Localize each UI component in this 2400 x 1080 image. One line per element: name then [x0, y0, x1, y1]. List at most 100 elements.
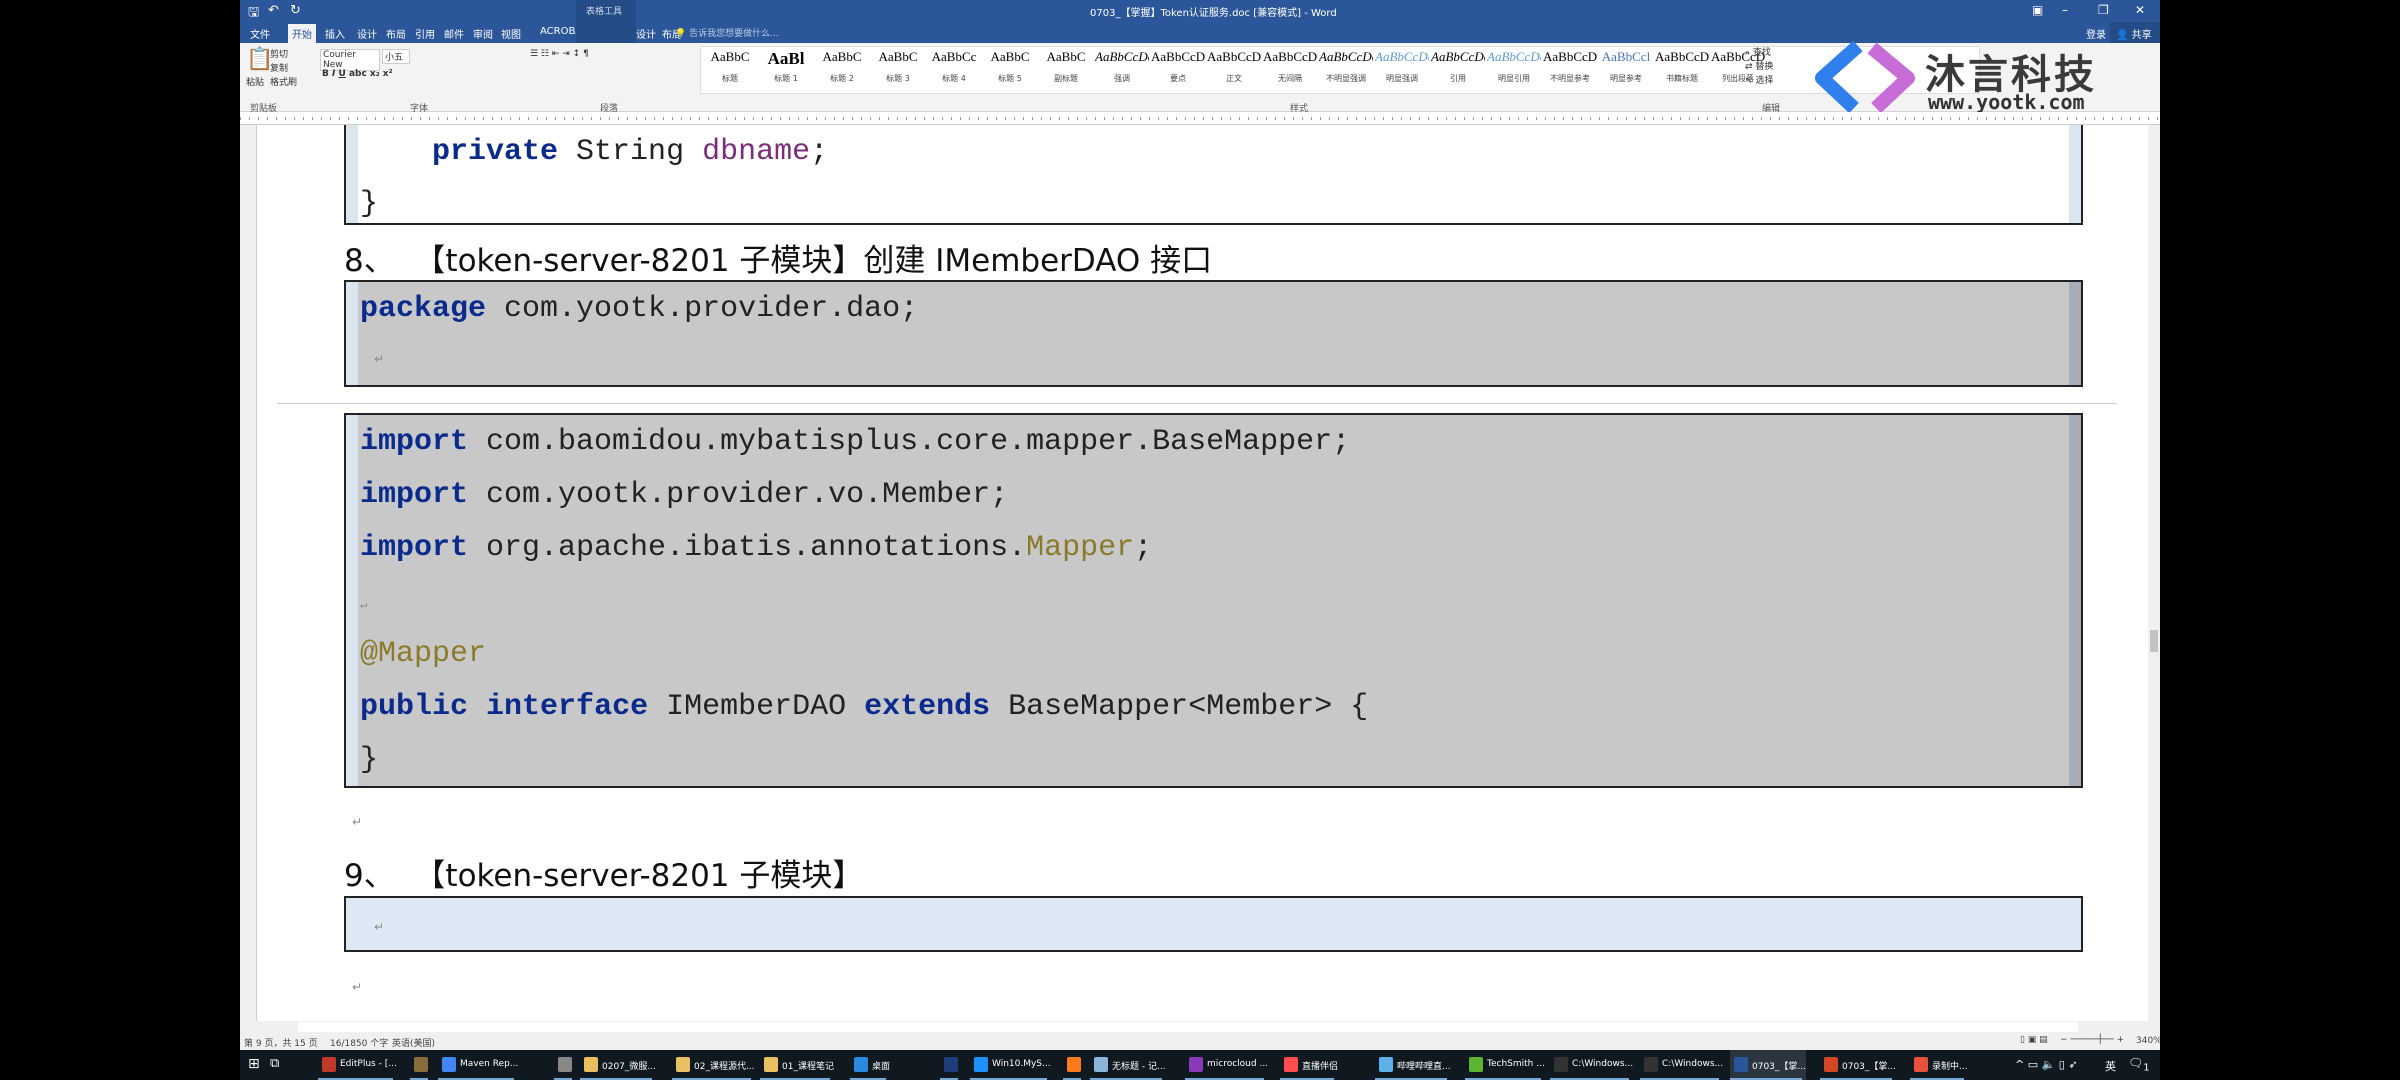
restore-button[interactable]: ❐: [2098, 3, 2109, 17]
style-label: 不明显强调: [1326, 74, 1366, 83]
tab-4[interactable]: 布局: [386, 26, 406, 41]
style-item[interactable]: AaBbCcDc 无间隔: [1263, 49, 1317, 84]
taskbar-item-label: 哔哩哔哩直...: [1397, 1062, 1451, 1072]
tab-10[interactable]: 设计: [636, 26, 656, 41]
vertical-ruler[interactable]: [240, 125, 257, 1021]
style-label: 标题 1: [774, 74, 798, 83]
horizontal-scrollbar[interactable]: [240, 1021, 2160, 1033]
tell-me-input[interactable]: 💡 告诉我您想要做什么...: [675, 26, 779, 39]
ribbon-display-icon[interactable]: ▣: [2032, 3, 2043, 17]
style-item[interactable]: AaBbC 标题 3: [871, 49, 925, 84]
style-item[interactable]: AaBbCcD 不明显参考: [1543, 49, 1597, 84]
taskbar-item[interactable]: 01_课程笔记: [760, 1050, 834, 1080]
language[interactable]: 英语(美国): [392, 1036, 435, 1049]
code-block-empty[interactable]: ↵: [344, 896, 2083, 952]
tab-7[interactable]: 审阅: [473, 26, 493, 41]
style-item[interactable]: AaBbCcD 书籍标题: [1655, 49, 1709, 84]
tab-0[interactable]: 文件: [250, 26, 270, 41]
style-item[interactable]: AaBbCcDc 强调: [1095, 49, 1149, 84]
style-item[interactable]: AaBbCcl 明显参考: [1599, 49, 1653, 84]
replace-button[interactable]: ⇄ 替换: [1745, 59, 1773, 72]
vertical-scrollbar[interactable]: [2148, 125, 2160, 1021]
taskbar-item[interactable]: TechSmith ...: [1465, 1050, 1545, 1080]
taskbar-item[interactable]: [940, 1050, 962, 1080]
taskbar-item[interactable]: 哔哩哔哩直...: [1375, 1050, 1451, 1080]
start-icon[interactable]: ⊞: [248, 1056, 260, 1072]
view-buttons[interactable]: ▯ ▣ ▤: [2020, 1035, 2048, 1045]
scroll-track[interactable]: [298, 1022, 2078, 1032]
style-sample: AaBbCcDc: [1263, 49, 1317, 64]
taskbar-item[interactable]: [410, 1050, 432, 1080]
tab-8[interactable]: 视图: [501, 26, 521, 41]
minimize-button[interactable]: –: [2062, 3, 2068, 17]
style-item[interactable]: AaBbCc 标题 4: [927, 49, 981, 84]
notifications-icon[interactable]: 🗨1: [2128, 1056, 2150, 1073]
scroll-thumb[interactable]: [2150, 630, 2158, 652]
yootk-watermark-logo: 沐言科技 www.yootk.com: [1810, 38, 2150, 118]
horizontal-ruler[interactable]: [240, 112, 2160, 125]
paste-button[interactable]: 粘贴: [246, 75, 264, 88]
heading-9: 9、 【token-server-8201 子模块】: [344, 858, 864, 894]
taskbar-item[interactable]: 02_课程源代...: [672, 1050, 755, 1080]
zoom-level[interactable]: 340%: [2136, 1036, 2160, 1046]
font-size-select[interactable]: 小五: [382, 49, 410, 64]
undo-icon[interactable]: ↶: [268, 3, 279, 18]
style-item[interactable]: AaBbC 标题: [703, 49, 757, 84]
style-item[interactable]: AaBbCcDc 明显强调: [1375, 49, 1429, 84]
taskbar-item[interactable]: Win10.MyS...: [970, 1050, 1051, 1080]
tab-3[interactable]: 设计: [357, 26, 377, 41]
style-item[interactable]: AaBbC 标题 2: [815, 49, 869, 84]
list-buttons[interactable]: ☰ ☷ ⇤ ⇥ ↕ ¶: [530, 49, 589, 59]
task-view-icon[interactable]: ⧉: [270, 1056, 279, 1071]
zoom-slider[interactable]: − ─────┼── +: [2060, 1035, 2124, 1045]
select-button[interactable]: ↖ 选择: [1745, 73, 1773, 86]
tab-6[interactable]: 邮件: [444, 26, 464, 41]
taskbar-item[interactable]: [554, 1050, 576, 1080]
taskbar-item[interactable]: C:\Windows...: [1550, 1050, 1633, 1080]
close-button[interactable]: ✕: [2135, 3, 2145, 17]
taskbar-item[interactable]: 0207_微服...: [580, 1050, 656, 1080]
cut-button[interactable]: 剪切: [270, 47, 288, 60]
app-icon: [414, 1057, 428, 1072]
font-name-select[interactable]: Courier New: [320, 49, 380, 71]
copy-button[interactable]: 复制: [270, 61, 288, 74]
taskbar-item[interactable]: 0703_【掌...: [1730, 1050, 1806, 1080]
style-label: 要点: [1170, 74, 1186, 83]
tray-icons[interactable]: ^ ▭ 🔈 ▯ ➶: [2015, 1058, 2078, 1071]
taskbar-item[interactable]: 直播伴侣: [1280, 1050, 1338, 1080]
taskbar-item[interactable]: Maven Rep...: [438, 1050, 518, 1080]
format-painter-button[interactable]: 格式刷: [270, 75, 297, 88]
taskbar-item[interactable]: 录制中...: [1910, 1050, 1968, 1080]
taskbar-item[interactable]: 桌面: [850, 1050, 890, 1080]
style-item[interactable]: AaBbCcDc 正文: [1207, 49, 1261, 84]
style-item[interactable]: AaBbC 副标题: [1039, 49, 1093, 84]
taskbar-item[interactable]: EditPlus - [...: [318, 1050, 397, 1080]
bold-button[interactable]: B I U abc x₂ x²: [322, 69, 393, 79]
style-item[interactable]: AaBl 标题 1: [759, 49, 813, 84]
tab-1[interactable]: 开始: [288, 24, 316, 43]
taskbar-item[interactable]: microcloud ...: [1185, 1050, 1268, 1080]
taskbar-item[interactable]: [1063, 1050, 1085, 1080]
tab-2[interactable]: 插入: [325, 26, 345, 41]
style-item[interactable]: AaBbCcDc 明显引用: [1487, 49, 1541, 84]
style-item[interactable]: AaBbCcDc 不明显强调: [1319, 49, 1373, 84]
page-count[interactable]: 第 9 页，共 15 页: [244, 1036, 318, 1049]
tab-5[interactable]: 引用: [415, 26, 435, 41]
document-canvas[interactable]: private String dbname;} 8、 【token-server…: [257, 125, 2148, 1021]
taskbar-item[interactable]: 0703_【掌...: [1820, 1050, 1896, 1080]
redo-icon[interactable]: ↻: [290, 3, 301, 18]
style-label: 标题 5: [998, 74, 1022, 83]
app-icon: [322, 1057, 336, 1072]
style-item[interactable]: AaBbCcD 要点: [1151, 49, 1205, 84]
taskbar-item[interactable]: 无标题 - 记...: [1090, 1050, 1166, 1080]
code-annotation: @Mapper: [360, 637, 487, 671]
ime-indicator[interactable]: 英: [2105, 1058, 2116, 1074]
style-item[interactable]: AaBbCcDc 引用: [1431, 49, 1485, 84]
find-button[interactable]: ⌕ 查找: [1745, 45, 1771, 58]
code-text: com.yootk.provider.dao;: [486, 292, 919, 326]
word-count[interactable]: 16/1850 个字: [330, 1036, 388, 1049]
style-item[interactable]: AaBbC 标题 5: [983, 49, 1037, 84]
taskbar-item[interactable]: C:\Windows...: [1640, 1050, 1723, 1080]
